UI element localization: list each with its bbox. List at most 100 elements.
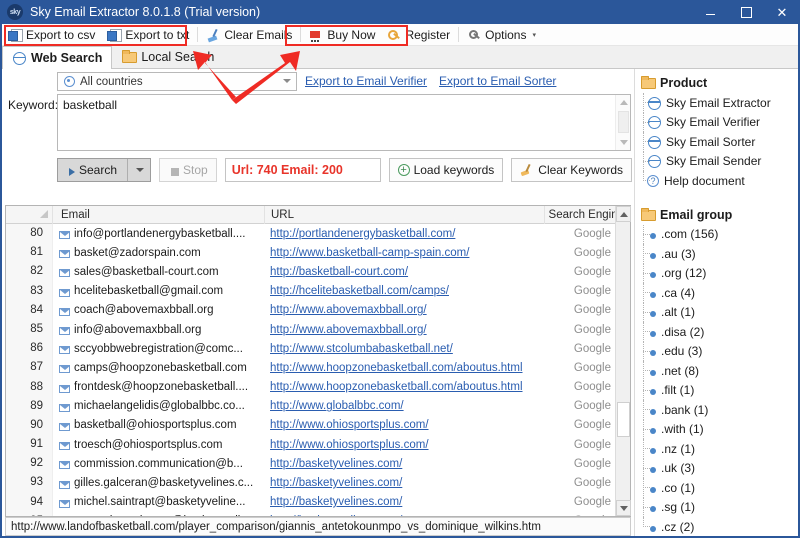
row-url-cell[interactable]: http://www.basketball-camp-spain.com/ [265,247,545,259]
table-row[interactable]: 95 mercedes.saintrapt@basketyveli... http:… [6,511,615,516]
row-email-cell[interactable]: commission.communication@b... [53,458,265,470]
email-group-item[interactable]: .au (3) [641,244,798,264]
buy-now-button[interactable]: Buy Now [303,24,381,46]
sidebar-item-sky-email-sorter[interactable]: Sky Email Sorter [641,132,798,152]
sidebar-item-sky-email-verifier[interactable]: Sky Email Verifier [641,112,798,132]
export-to-email-sorter-link[interactable]: Export to Email Sorter [439,74,556,88]
email-group-item[interactable]: .disa (2) [641,322,798,342]
scroll-down-button[interactable] [616,500,631,516]
row-email-cell[interactable]: coach@abovemaxbball.org [53,304,265,316]
row-email-cell[interactable]: mercedes.saintrapt@basketyveli... [53,515,265,516]
table-row[interactable]: 80 info@portlandenergybasketball.... http:… [6,224,615,244]
table-row[interactable]: 81 basket@zadorspain.com http://www.basket… [6,243,615,263]
row-url-cell[interactable]: http://www.ohiosportsplus.com/ [265,439,545,451]
row-email-cell[interactable]: basketball@ohiosportsplus.com [53,419,265,431]
row-url-cell[interactable]: http://www.globalbbc.com/ [265,400,545,412]
table-row[interactable]: 82 sales@basketball-court.com http://baske… [6,262,615,282]
row-email-cell[interactable]: sccyobbwebregistration@comc... [53,343,265,355]
table-row[interactable]: 88 frontdesk@hoopzonebasketball.... http:/… [6,377,615,397]
export-to-email-verifier-link[interactable]: Export to Email Verifier [305,74,427,88]
tab-local-search[interactable]: Local Search [112,45,224,68]
scroll-down-icon[interactable] [620,140,628,145]
options-button[interactable]: Options ▾ [461,24,542,46]
scrollbar-thumb[interactable] [617,402,630,437]
row-email-cell[interactable]: camps@hoopzonebasketball.com [53,362,265,374]
clear-emails-button[interactable]: Clear Emails [200,24,298,46]
load-keywords-button[interactable]: + Load keywords [388,158,504,182]
row-email-cell[interactable]: frontdesk@hoopzonebasketball.... [53,381,265,393]
table-row[interactable]: 94 michel.saintrapt@basketyveline... http:… [6,492,615,512]
email-group-item[interactable]: .ca (4) [641,283,798,303]
tab-web-search[interactable]: Web Search [2,46,113,69]
email-group-item[interactable]: .with (1) [641,419,798,439]
country-select[interactable]: All countries [57,72,297,91]
row-url-cell[interactable]: http://basketyvelines.com/ [265,496,545,508]
table-row[interactable]: 92 commission.communication@b... http://ba… [6,454,615,474]
scrollbar-thumb[interactable] [618,111,629,133]
row-url-cell[interactable]: http://www.stcolumbabasketball.net/ [265,343,545,355]
row-url-cell[interactable]: http://www.hoopzonebasketball.com/aboutu… [265,362,545,374]
email-group-item[interactable]: .uk (3) [641,458,798,478]
table-row[interactable]: 85 info@abovemaxbball.org http://www.above… [6,319,615,340]
email-group-item[interactable]: .sg (1) [641,497,798,517]
table-row[interactable]: 91 troesch@ohiosportsplus.com http://www.o… [6,435,615,455]
table-row[interactable]: 87 camps@hoopzonebasketball.com http://www… [6,358,615,378]
sidebar-item-sky-email-extractor[interactable]: Sky Email Extractor [641,93,798,113]
row-email-cell[interactable]: info@portlandenergybasketball.... [53,228,265,240]
row-email-cell[interactable]: michel.saintrapt@basketyveline... [53,496,265,508]
table-row[interactable]: 93 gilles.galceran@basketyvelines.c... htt… [6,473,615,493]
row-email-cell[interactable]: hcelitebasketball@gmail.com [53,285,265,297]
row-url-cell[interactable]: http://www.abovemaxbball.org/ [265,304,545,316]
export-to-csv-button[interactable]: Export to csv [2,24,101,46]
email-group-item[interactable]: .filt (1) [641,380,798,400]
email-group-item[interactable]: .com (156) [641,224,798,244]
email-group-item[interactable]: .cz (2) [641,517,798,537]
row-url-cell[interactable]: http://hcelitebasketball.com/camps/ [265,285,545,297]
row-url-cell[interactable]: http://www.ohiosportsplus.com/ [265,419,545,431]
close-button[interactable]: ✕ [764,0,800,24]
clear-keywords-button[interactable]: Clear Keywords [511,158,632,182]
chevron-down-icon[interactable]: ▾ [532,31,536,39]
row-url-cell[interactable]: http://basketyvelines.com/ [265,477,545,489]
sidebar-item-sky-email-sender[interactable]: Sky Email Sender [641,151,798,171]
search-button[interactable]: Search [57,158,152,182]
row-url-cell[interactable]: http://portlandenergybasketball.com/ [265,228,545,240]
row-url-cell[interactable]: http://basketball-court.com/ [265,266,545,278]
keyword-input[interactable]: basketball [57,94,631,151]
row-email-cell[interactable]: basket@zadorspain.com [53,247,265,259]
email-group-item[interactable]: .co (1) [641,478,798,498]
row-url-cell[interactable]: http://basketyvelines.com/ [265,515,545,516]
table-row[interactable]: 86 sccyobbwebregistration@comc... http://w… [6,339,615,359]
minimize-button[interactable] [692,0,728,24]
grid-header-url[interactable]: URL [265,205,545,224]
email-group-item[interactable]: .nz (1) [641,439,798,459]
row-url-cell[interactable]: http://www.hoopzonebasketball.com/aboutu… [265,381,545,393]
chevron-down-icon[interactable] [283,79,291,83]
stop-button[interactable]: Stop [159,158,217,182]
register-button[interactable]: Register [381,24,456,46]
row-email-cell[interactable]: troesch@ohiosportsplus.com [53,439,265,451]
email-group-item[interactable]: .bank (1) [641,400,798,420]
row-email-cell[interactable]: gilles.galceran@basketyvelines.c... [53,477,265,489]
search-dropdown-chevron-down-icon[interactable] [132,168,148,172]
row-email-cell[interactable]: sales@basketball-court.com [53,266,265,278]
scroll-up-button[interactable] [616,206,631,222]
table-row[interactable]: 90 basketball@ohiosportsplus.com http://ww… [6,415,615,436]
table-row[interactable]: 84 coach@abovemaxbball.org http://www.abov… [6,300,615,320]
row-email-cell[interactable]: michaelangelidis@globalbbc.co... [53,400,265,412]
email-group-item[interactable]: .org (12) [641,263,798,283]
keyword-scrollbar[interactable] [615,95,630,150]
row-email-cell[interactable]: info@abovemaxbball.org [53,324,265,336]
grid-select-all-header[interactable] [6,205,53,224]
row-url-cell[interactable]: http://basketyvelines.com/ [265,458,545,470]
grid-header-email[interactable]: Email [53,205,265,224]
scroll-up-icon[interactable] [620,100,628,105]
table-row[interactable]: 89 michaelangelidis@globalbbc.co... http:/… [6,396,615,416]
export-to-txt-button[interactable]: Export to txt [101,24,195,46]
sidebar-item-help-document[interactable]: ? Help document [641,171,798,191]
email-group-item[interactable]: .edu (3) [641,341,798,361]
grid-scrollbar[interactable] [615,206,631,516]
maximize-button[interactable] [728,0,764,24]
email-group-item[interactable]: .net (8) [641,361,798,381]
row-url-cell[interactable]: http://www.abovemaxbball.org/ [265,324,545,336]
